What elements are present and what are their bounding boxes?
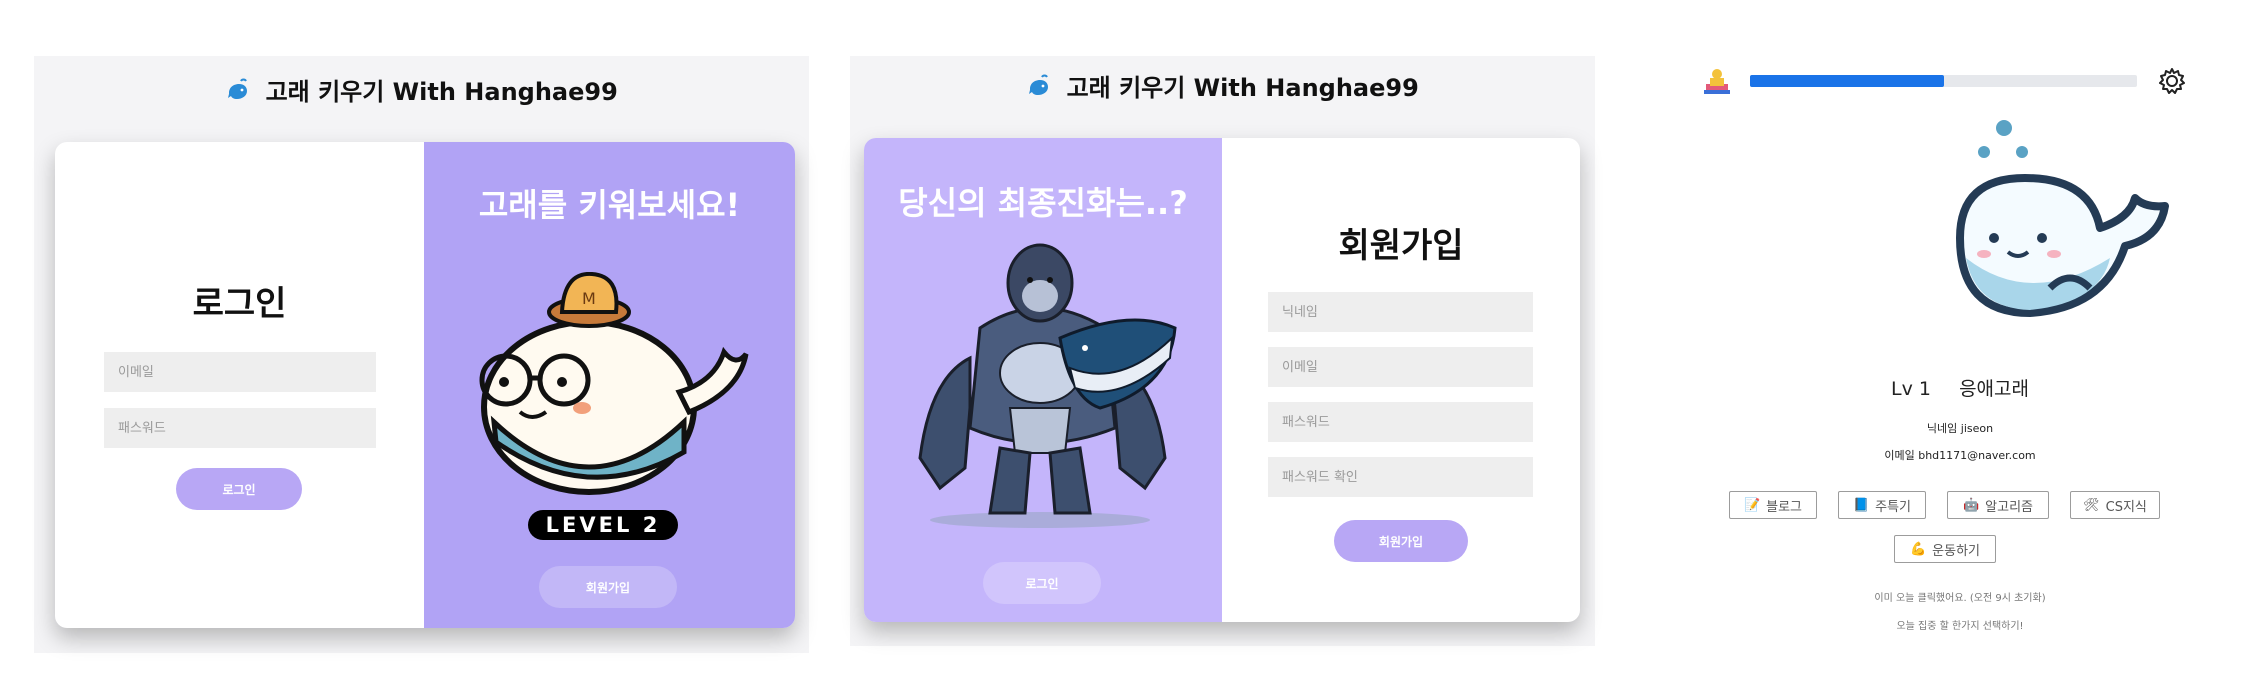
whale-logo-icon (1026, 73, 1052, 105)
email-input[interactable] (104, 352, 376, 392)
whale-logo-icon (225, 77, 251, 109)
category-cs-button[interactable]: 🛠 CS지식 (2070, 491, 2160, 519)
promo-title: 당신의 최종진화는..? (898, 184, 1188, 222)
whale-with-hat-illustration: M LEVEL 2 (479, 272, 749, 540)
category-specialty-button[interactable]: 📘 주특기 (1838, 491, 1926, 519)
email-value: bhd1171@naver.com (1918, 449, 2036, 462)
email-label: 이메일 (1884, 449, 1915, 462)
nickname-value: jiseon (1960, 422, 1994, 435)
go-login-button[interactable]: 로그인 (983, 562, 1101, 604)
signup-screen: 고래 키우기 With Hanghae99 당신의 최종진화는..? 로그인 회… (850, 56, 1595, 646)
nickname-input[interactable] (1268, 292, 1533, 332)
category-exercise-button[interactable]: 💪 운동하기 (1894, 535, 1996, 563)
app-header: 고래 키우기 With Hanghae99 (850, 68, 1595, 105)
level-badge: LEVEL 2 (546, 513, 661, 537)
password-input[interactable] (1268, 402, 1533, 442)
password-input[interactable] (104, 408, 376, 448)
signup-heading: 회원가입 (1338, 226, 1464, 266)
login-heading: 로그인 (192, 284, 287, 324)
robot-icon: 🤖 (1962, 497, 1980, 513)
login-button[interactable]: 로그인 (176, 468, 302, 510)
category-algorithm-button[interactable]: 🤖 알고리즘 (1947, 491, 2049, 519)
promo-pane: 당신의 최종진화는..? 로그인 (864, 138, 1222, 622)
tools-icon: 🛠 (2083, 497, 2100, 513)
email-row: 이메일 bhd1171@naver.com (1690, 447, 2230, 463)
level-row: Lv 1 응애고래 (1690, 374, 2230, 401)
book-icon: 📘 (1852, 497, 1870, 513)
app-header: 고래 키우기 With Hanghae99 (34, 72, 809, 109)
category-blog-button[interactable]: 📝 블로그 (1729, 491, 1817, 519)
login-card: 로그인 로그인 고래를 키워보세요! M LEVEL 2 (55, 142, 795, 628)
app-title: 고래 키우기 With Hanghae99 (1066, 74, 1419, 102)
level-label: Lv 1 (1891, 378, 1931, 400)
growth-progress-fill (1750, 75, 1944, 87)
already-clicked-note: 이미 오늘 클릭했어요. (오전 9시 초기화) (1874, 593, 2046, 604)
focus-prompt-note: 오늘 집중 할 한가지 선택하기! (1896, 621, 2024, 632)
email-input[interactable] (1268, 347, 1533, 387)
profile-screen: Lv 1 응애고래 닉네임 jiseon 이메일 bhd1171@naver.c… (1690, 56, 2230, 656)
settings-gear-icon[interactable] (2157, 66, 2187, 100)
whale-name: 응애고래 (1959, 378, 2029, 400)
nickname-row: 닉네임 jiseon (1690, 420, 2230, 436)
go-signup-button[interactable]: 회원가입 (539, 566, 677, 608)
promo-title: 고래를 키워보세요! (478, 186, 741, 224)
signup-card: 당신의 최종진화는..? 로그인 회원가입 닉네임 이메일 회원가입 (864, 138, 1580, 622)
signup-button[interactable]: 회원가입 (1334, 520, 1468, 562)
nickname-label: 닉네임 (1926, 422, 1958, 435)
gorilla-holding-whale-illustration (918, 243, 1177, 528)
password-confirm-input[interactable] (1268, 457, 1533, 497)
growth-progress-bar (1750, 75, 2137, 87)
flexed-biceps-icon: 💪 (1909, 541, 1927, 557)
promo-pane: 고래를 키워보세요! M LEVEL 2 회원가입 (424, 142, 795, 628)
app-title: 고래 키우기 With Hanghae99 (265, 78, 618, 106)
trophy-icon[interactable] (1702, 68, 1732, 100)
svg-text:M: M (582, 289, 596, 308)
memo-icon: 📝 (1743, 497, 1761, 513)
baby-whale-illustration (1956, 120, 2169, 317)
login-screen: 고래 키우기 With Hanghae99 로그인 로그인 고래를 키워보세요!… (34, 56, 809, 653)
